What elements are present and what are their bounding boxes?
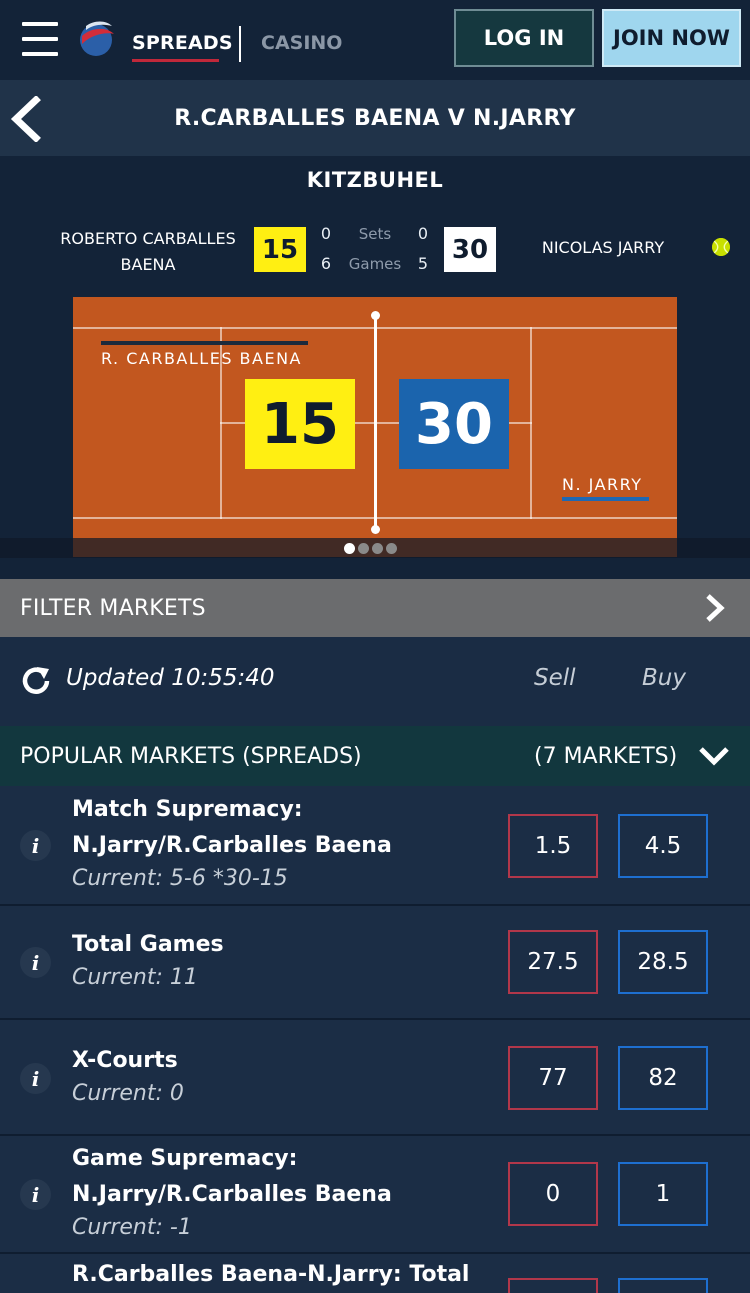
- menu-icon[interactable]: [22, 22, 58, 56]
- buy-price-button[interactable]: 28.5: [618, 930, 708, 994]
- buy-price-button[interactable]: 4.5: [618, 814, 708, 878]
- games-label: Games: [348, 255, 402, 273]
- market-title-line2: N.Jarry/R.Carballes Baena: [72, 1182, 392, 1207]
- sell-price-button[interactable]: 1.5: [508, 814, 598, 878]
- carousel-dot[interactable]: [344, 543, 355, 554]
- updated-timestamp: Updated 10:55:40: [66, 665, 275, 691]
- market-title-line2: N.Jarry/R.Carballes Baena: [72, 833, 392, 858]
- market-title-line1: Game Supremacy:: [72, 1146, 298, 1171]
- sell-price-button[interactable]: 77: [508, 1046, 598, 1110]
- login-button[interactable]: LOG IN: [454, 9, 594, 67]
- refresh-icon[interactable]: [20, 665, 52, 697]
- player2-points: 30: [444, 227, 496, 272]
- market-title-line1: Match Supremacy:: [72, 797, 303, 822]
- carousel-dot[interactable]: [358, 543, 369, 554]
- market-title-line1: X-Courts: [72, 1048, 178, 1073]
- market-current: Current: -1: [72, 1215, 192, 1240]
- court-player1-score: 15: [245, 379, 355, 469]
- court-player2-bar: [562, 497, 649, 501]
- join-now-button[interactable]: JOIN NOW: [602, 9, 741, 67]
- chevron-down-icon[interactable]: [698, 745, 730, 767]
- court-player2-label: N. JARRY: [562, 475, 643, 494]
- player2-sets: 0: [417, 224, 429, 243]
- sell-column-header: Sell: [534, 665, 576, 691]
- info-icon[interactable]: i: [20, 947, 51, 978]
- market-current: Current: 5-6 *30-15: [72, 866, 288, 891]
- net-post-bottom: [371, 525, 380, 534]
- player1-name: ROBERTO CARBALLES BAENA: [56, 226, 240, 278]
- buy-price-button[interactable]: [618, 1278, 708, 1293]
- carousel-dots[interactable]: [344, 543, 397, 554]
- tennis-ball-icon: [712, 238, 730, 256]
- nav-active-underline: [132, 59, 219, 62]
- event-title: R.CARBALLES BAENA V N.JARRY: [174, 105, 576, 131]
- buy-price-button[interactable]: 1: [618, 1162, 708, 1226]
- player2-games: 5: [417, 254, 429, 273]
- popular-markets-count: (7 MARKETS): [534, 743, 678, 769]
- filter-markets-label: FILTER MARKETS: [20, 595, 206, 621]
- nav-tab-casino[interactable]: CASINO: [261, 32, 342, 54]
- nav-tab-spreads[interactable]: SPREADS: [132, 32, 233, 54]
- carousel-dot[interactable]: [372, 543, 383, 554]
- buy-price-button[interactable]: 82: [618, 1046, 708, 1110]
- market-title-line1: R.Carballes Baena-N.Jarry: Total: [72, 1262, 470, 1287]
- market-title-line1: Total Games: [72, 932, 224, 957]
- sets-label: Sets: [358, 225, 392, 243]
- net-post-top: [371, 311, 380, 320]
- court-player1-bar: [101, 341, 308, 345]
- player2-name: NICOLAS JARRY: [541, 238, 665, 257]
- court-player1-label: R. CARBALLES BAENA: [101, 349, 302, 368]
- chevron-right-icon[interactable]: [703, 592, 727, 624]
- player1-name-line1: ROBERTO CARBALLES: [60, 229, 236, 248]
- buy-column-header: Buy: [642, 665, 686, 691]
- court-net: [374, 314, 377, 530]
- player1-name-line2: BAENA: [120, 255, 176, 274]
- brand-logo-icon[interactable]: [76, 18, 116, 58]
- carousel-dot[interactable]: [386, 543, 397, 554]
- market-current: Current: 11: [72, 965, 198, 990]
- popular-markets-label: POPULAR MARKETS (SPREADS): [20, 743, 362, 769]
- info-icon[interactable]: i: [20, 1179, 51, 1210]
- court-player2-score: 30: [399, 379, 509, 469]
- info-icon[interactable]: i: [20, 1063, 51, 1094]
- sell-price-button[interactable]: 0: [508, 1162, 598, 1226]
- tournament-name: KITZBUHEL: [306, 168, 444, 192]
- info-icon[interactable]: i: [20, 830, 51, 861]
- sell-price-button[interactable]: [508, 1278, 598, 1293]
- player1-points: 15: [254, 227, 306, 272]
- sell-price-button[interactable]: 27.5: [508, 930, 598, 994]
- market-current: Current: 0: [72, 1081, 184, 1106]
- nav-divider: [239, 26, 241, 62]
